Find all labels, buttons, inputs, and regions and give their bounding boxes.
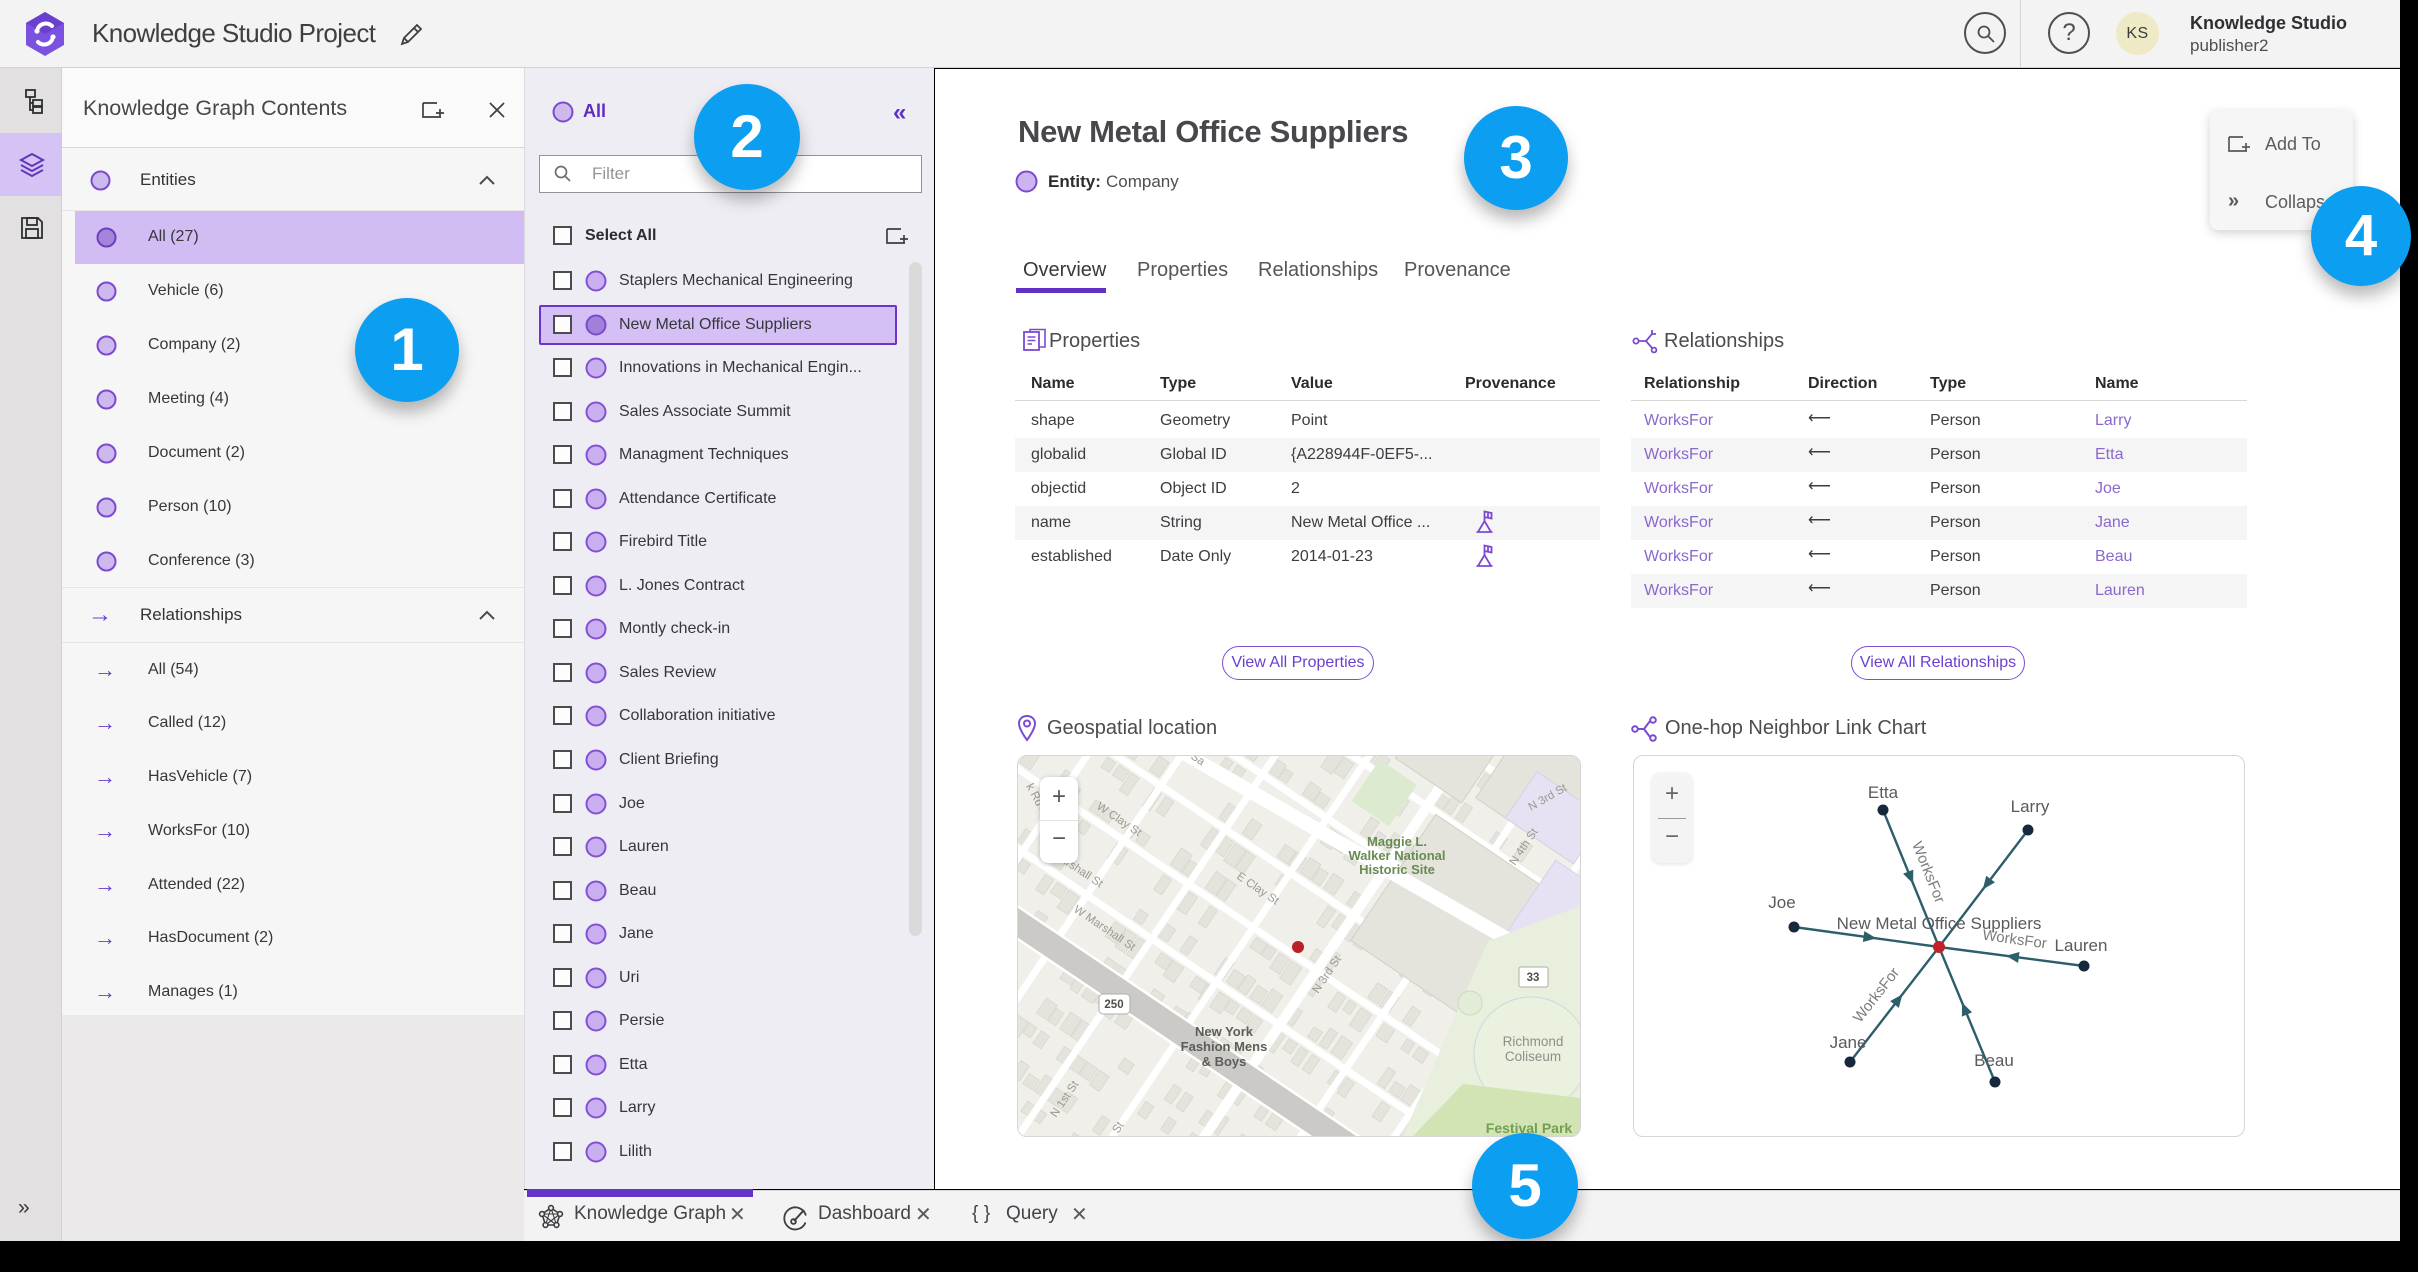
svg-text:Fashion Mens: Fashion Mens (1181, 1039, 1268, 1054)
svg-text:250: 250 (1104, 999, 1123, 1011)
svg-text:& Boys: & Boys (1202, 1054, 1247, 1069)
svg-text:Joe: Joe (1768, 893, 1795, 912)
svg-text:WorksFor: WorksFor (1908, 839, 1948, 905)
svg-text:Historic Site: Historic Site (1359, 862, 1435, 877)
svg-text:33: 33 (1527, 972, 1540, 984)
svg-text:Beau: Beau (1974, 1051, 2014, 1070)
svg-text:Jane: Jane (1830, 1033, 1867, 1052)
svg-text:Richmond: Richmond (1503, 1034, 1564, 1049)
svg-text:Walker National: Walker National (1348, 848, 1445, 863)
svg-text:WorksFor: WorksFor (1850, 964, 1903, 1025)
svg-text:Lauren: Lauren (2055, 936, 2108, 955)
svg-text:New York: New York (1195, 1024, 1254, 1039)
svg-text:Coliseum: Coliseum (1505, 1049, 1561, 1064)
svg-text:Etta: Etta (1868, 783, 1899, 802)
svg-text:Larry: Larry (2011, 797, 2050, 816)
svg-text:Maggie L.: Maggie L. (1367, 834, 1427, 849)
